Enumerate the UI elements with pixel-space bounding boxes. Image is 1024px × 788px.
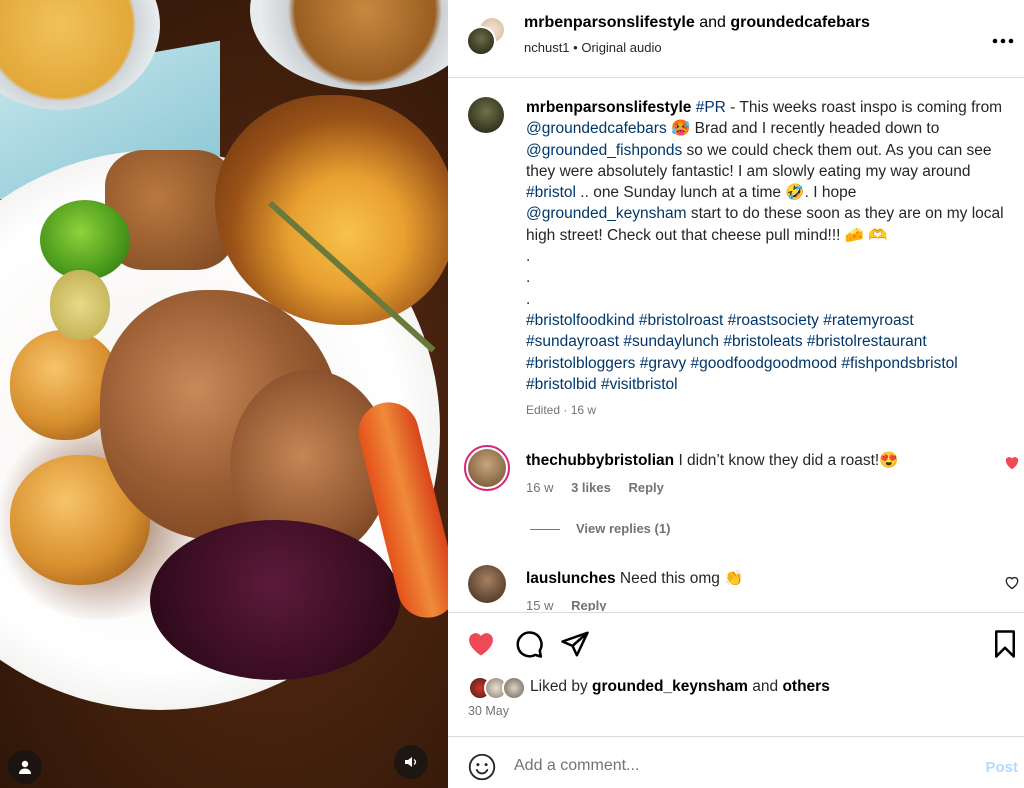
post-owners: mrbenparsonslifestyle and groundedcafeba… [524,14,870,32]
more-horizontal-icon[interactable] [992,24,1014,50]
liker-avatar[interactable] [502,676,526,700]
tagged-user-icon[interactable] [8,750,42,784]
comment-input[interactable] [514,751,934,781]
heart-filled-icon[interactable] [466,629,496,659]
mention-link[interactable]: @grounded_fishponds [526,142,682,159]
comment-icon[interactable] [514,629,544,659]
comment-likes[interactable]: 3 likes [571,480,611,495]
send-icon[interactable] [560,629,590,659]
hashtag-link[interactable]: #PR [696,99,726,116]
action-bar [448,612,1024,672]
liked-by-prefix: Liked by [530,678,588,695]
audio-user[interactable]: nchust1 [524,40,570,55]
post-panel: mrbenparsonslifestyle and groundedcafeba… [448,0,1024,788]
heart-filled-icon[interactable] [1004,455,1020,473]
liked-by-joiner: and [752,678,779,695]
hashtag-link[interactable]: #bristol [526,184,576,201]
edited-time: Edited · 16 w [526,403,597,417]
caption-dot: . [526,269,531,287]
emoji-icon[interactable] [468,753,496,781]
commenter-avatar[interactable] [468,565,506,603]
comment-body: Need this omg 👏 [619,570,744,587]
owners-joiner: and [699,14,726,31]
liked-by: Liked by grounded_keynsham and others [530,678,830,696]
comment-meta: 16 w 3 likes Reply [526,480,678,495]
bookmark-icon[interactable] [992,629,1022,659]
view-replies-label: View replies (1) [576,521,671,536]
heart-outline-icon[interactable] [1004,575,1020,593]
audio-icon[interactable] [394,745,428,779]
audio-label[interactable]: Original audio [581,40,661,55]
comment-username[interactable]: thechubbybristolian [526,452,674,469]
comment-time[interactable]: 15 w [526,598,553,611]
post-header: mrbenparsonslifestyle and groundedcafeba… [448,0,1024,78]
roast-potato [50,270,110,340]
author-avatar[interactable] [466,26,496,56]
add-comment-bar: Post [448,736,1024,788]
caption-text: mrbenparsonslifestyle #PR - This weeks r… [526,97,1006,395]
comments-scroll[interactable]: mrbenparsonslifestyle #PR - This weeks r… [448,79,1024,611]
comment-time[interactable]: 16 w [526,480,553,495]
post-media[interactable] [0,0,448,788]
collaborator-username[interactable]: groundedcafebars [730,14,870,31]
audio-line: nchust1 • Original audio [524,40,662,55]
caption-username[interactable]: mrbenparsonslifestyle [526,99,691,116]
side-bowl [250,0,448,90]
red-cabbage [150,520,400,680]
mention-link[interactable]: @grounded_keynsham [526,205,687,222]
comment-text: lauslunches Need this omg 👏 [526,569,743,588]
post-date[interactable]: 30 May [468,704,509,718]
comment-text: thechubbybristolian I didn’t know they d… [526,451,899,470]
broccoli [40,200,130,280]
liked-by-others[interactable]: others [782,678,829,695]
commenter-avatar[interactable] [464,445,510,491]
post-button[interactable]: Post [985,759,1018,776]
comment-body: I didn’t know they did a roast!😍 [678,452,899,469]
author-username[interactable]: mrbenparsonslifestyle [524,14,695,31]
mention-link[interactable]: @groundedcafebars [526,120,667,137]
caption-fragment: .. one Sunday lunch at a time 🤣. I hope [575,184,857,202]
caption-dot: . [526,290,531,308]
replies-divider [530,529,560,531]
reply-button[interactable]: Reply [628,480,663,495]
comment-username[interactable]: lauslunches [526,570,616,587]
liked-by-user[interactable]: grounded_keynsham [592,678,748,695]
view-replies-button[interactable]: View replies (1) [530,521,670,536]
author-avatars[interactable] [466,16,506,56]
caption-fragment: 🥵 Brad and I recently headed down to [666,120,940,138]
hashtag-list[interactable]: #bristolfoodkind #bristolroast #roastsoc… [526,310,1006,395]
separator-dot: • [573,40,578,55]
comment-meta: 15 w Reply [526,598,621,611]
caption-dot: . [526,248,531,266]
caption-avatar[interactable] [468,97,504,133]
caption-fragment: - This weeks roast inspo is coming from [725,99,1003,116]
reply-button[interactable]: Reply [571,598,606,611]
